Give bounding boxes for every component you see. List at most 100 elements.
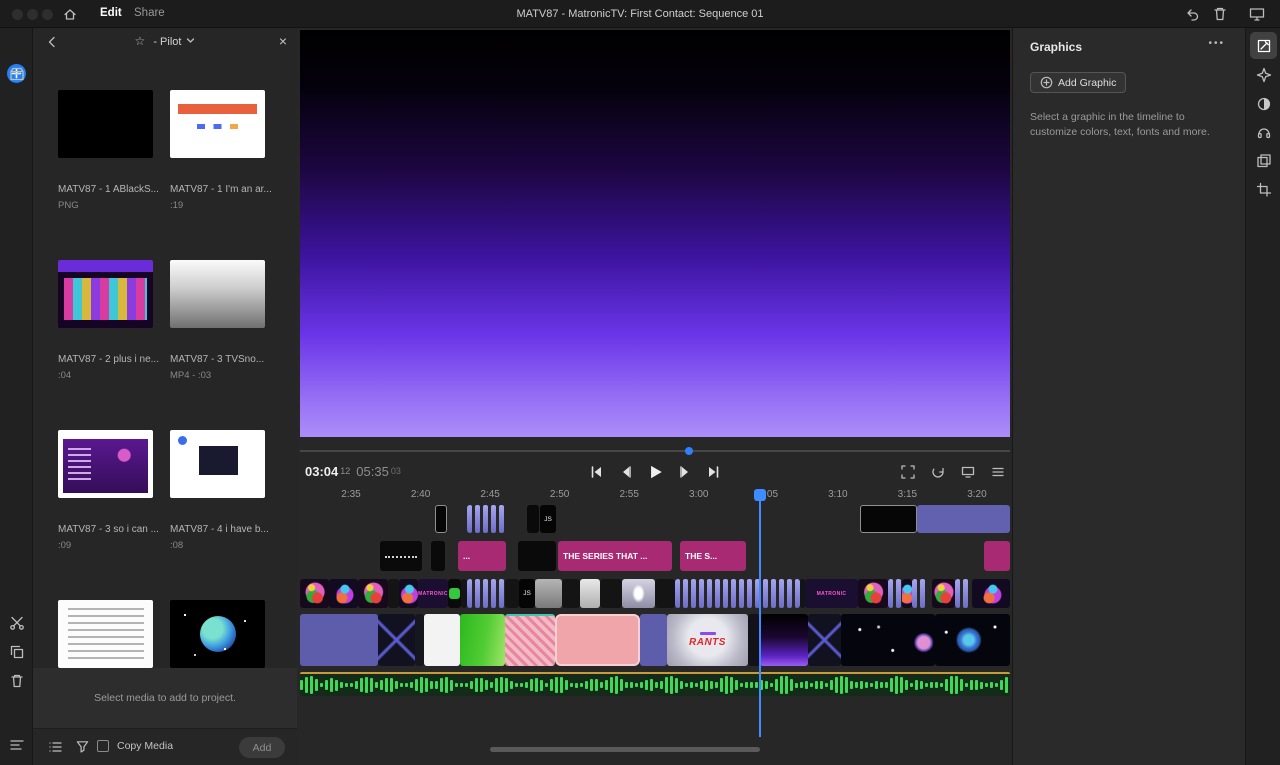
split-clip-icon[interactable] bbox=[4, 610, 29, 635]
delete-icon[interactable] bbox=[1212, 6, 1228, 22]
timeline-track-main-video[interactable]: RANTS bbox=[300, 614, 1010, 666]
duplicate-icon[interactable] bbox=[4, 639, 29, 664]
timeline-clip[interactable] bbox=[935, 614, 1010, 666]
trash-icon[interactable] bbox=[4, 668, 29, 693]
timeline-clip[interactable] bbox=[808, 614, 841, 666]
loop-icon[interactable] bbox=[927, 461, 949, 483]
timeline-clip[interactable] bbox=[505, 579, 519, 608]
timeline-audio-track[interactable] bbox=[300, 672, 1010, 696]
fit-screen-icon[interactable] bbox=[897, 461, 919, 483]
timeline-clip[interactable] bbox=[388, 579, 399, 608]
tab-edit[interactable]: Edit bbox=[100, 7, 122, 19]
timeline-scrollbar[interactable] bbox=[490, 747, 760, 752]
timeline-clip[interactable] bbox=[300, 579, 329, 608]
effects-tool[interactable] bbox=[1250, 61, 1277, 88]
media-item[interactable]: MATV87 - 4 i have b...:08 bbox=[170, 430, 265, 590]
timeline-clip[interactable] bbox=[505, 614, 555, 666]
add-button[interactable]: Add bbox=[239, 737, 285, 758]
skip-start-button[interactable] bbox=[585, 461, 607, 483]
timeline-clip[interactable] bbox=[902, 579, 912, 608]
quality-monitor-icon[interactable] bbox=[957, 461, 979, 483]
step-back-button[interactable] bbox=[615, 461, 637, 483]
timeline-clip[interactable] bbox=[562, 579, 580, 608]
list-view-icon[interactable] bbox=[47, 739, 63, 755]
timeline-clip[interactable] bbox=[984, 541, 1010, 571]
playhead-handle[interactable] bbox=[754, 489, 766, 501]
timeline-settings-icon[interactable] bbox=[987, 461, 1009, 483]
timeline-clip[interactable] bbox=[888, 579, 902, 608]
preview-scrubber-handle[interactable] bbox=[685, 447, 693, 455]
media-item[interactable]: MATV87 - 3 TVSno...MP4 - :03 bbox=[170, 260, 265, 420]
timeline-clip[interactable] bbox=[329, 579, 358, 608]
media-thumbnail[interactable] bbox=[170, 90, 265, 158]
timeline-clip[interactable] bbox=[955, 579, 972, 608]
timeline-clip[interactable] bbox=[675, 579, 800, 608]
window-close-dot[interactable] bbox=[12, 9, 23, 20]
timeline-clip[interactable] bbox=[467, 505, 505, 533]
media-thumbnail[interactable] bbox=[58, 260, 153, 328]
timeline-clip[interactable] bbox=[858, 579, 888, 608]
play-button[interactable] bbox=[644, 461, 666, 483]
playhead[interactable] bbox=[759, 489, 761, 737]
timeline-clip[interactable] bbox=[760, 614, 808, 666]
timeline-clip[interactable] bbox=[972, 579, 1010, 608]
media-thumbnail[interactable] bbox=[58, 90, 153, 158]
sequence-tracks-icon[interactable] bbox=[4, 732, 29, 757]
timeline-clip[interactable]: THE SERIES THAT ... bbox=[558, 541, 672, 571]
color-tool[interactable] bbox=[1250, 90, 1277, 117]
timeline-track-overlay-1[interactable]: JS bbox=[300, 505, 1010, 533]
timeline-clip[interactable]: MATRONIC bbox=[418, 579, 448, 608]
media-item[interactable]: MATV87 - 1 I'm an ar...:19 bbox=[170, 90, 265, 250]
timeline-clip[interactable] bbox=[860, 505, 917, 533]
program-monitor[interactable] bbox=[300, 30, 1010, 437]
timeline-clip[interactable] bbox=[424, 614, 460, 666]
media-item[interactable]: MATV87 - 2 plus i ne...:04 bbox=[58, 260, 153, 420]
add-graphic-button[interactable]: Add Graphic bbox=[1030, 72, 1126, 93]
timeline-clip[interactable] bbox=[399, 579, 418, 608]
panzoom-tool[interactable] bbox=[1250, 147, 1277, 174]
audio-tool[interactable] bbox=[1250, 118, 1277, 145]
preview-scrubber[interactable] bbox=[300, 450, 1010, 452]
timeline-clip[interactable] bbox=[527, 505, 539, 533]
window-minimize-dot[interactable] bbox=[27, 9, 38, 20]
skip-end-button[interactable] bbox=[703, 461, 725, 483]
media-thumbnail[interactable] bbox=[170, 600, 265, 668]
window-zoom-dot[interactable] bbox=[42, 9, 53, 20]
timeline-clip[interactable]: JS bbox=[519, 579, 535, 608]
home-icon[interactable] bbox=[62, 6, 78, 22]
timeline-clip[interactable] bbox=[378, 614, 415, 666]
tab-share[interactable]: Share bbox=[134, 7, 165, 19]
timeline-clip[interactable]: MATRONIC bbox=[805, 579, 858, 608]
timeline-clip[interactable] bbox=[655, 579, 675, 608]
timeline-clip[interactable] bbox=[415, 614, 424, 666]
close-icon[interactable]: × bbox=[279, 33, 287, 49]
undo-icon[interactable] bbox=[1184, 6, 1200, 22]
media-item[interactable]: MATV87 - 1 ABlackS...PNG bbox=[58, 90, 153, 250]
step-forward-button[interactable] bbox=[674, 461, 696, 483]
timeline-clip[interactable] bbox=[580, 579, 600, 608]
timeline-clip[interactable] bbox=[467, 579, 505, 608]
timeline-clip[interactable] bbox=[912, 579, 932, 608]
timeline-clip[interactable] bbox=[932, 579, 955, 608]
media-item[interactable]: MATV87 - 3 so i can ...:09 bbox=[58, 430, 153, 590]
timeline-clip[interactable] bbox=[431, 541, 445, 571]
media-thumbnail[interactable] bbox=[170, 260, 265, 328]
timeline-track-overlay-2[interactable]: MATRONIC JS MATRONIC bbox=[300, 579, 1010, 608]
timeline-clip[interactable] bbox=[435, 505, 447, 533]
timeline-clip[interactable] bbox=[622, 579, 655, 608]
filter-icon[interactable] bbox=[75, 739, 90, 754]
timeline-clip[interactable] bbox=[917, 505, 1010, 533]
timeline-clip[interactable]: THE S... bbox=[680, 541, 746, 571]
timeline-clip[interactable] bbox=[535, 579, 562, 608]
timeline-clip[interactable] bbox=[380, 541, 422, 571]
crop-rotate-tool[interactable] bbox=[1250, 176, 1277, 203]
timeline-clip[interactable] bbox=[555, 614, 640, 666]
panel-menu-icon[interactable]: ••• bbox=[1208, 38, 1225, 49]
timeline-clip[interactable] bbox=[841, 614, 935, 666]
media-thumbnail[interactable] bbox=[58, 430, 153, 498]
media-thumbnail[interactable] bbox=[170, 430, 265, 498]
timeline-clip[interactable] bbox=[640, 614, 667, 666]
timeline-clip[interactable] bbox=[448, 579, 461, 608]
display-icon[interactable] bbox=[1248, 6, 1266, 22]
graphics-tool[interactable] bbox=[1250, 32, 1277, 59]
